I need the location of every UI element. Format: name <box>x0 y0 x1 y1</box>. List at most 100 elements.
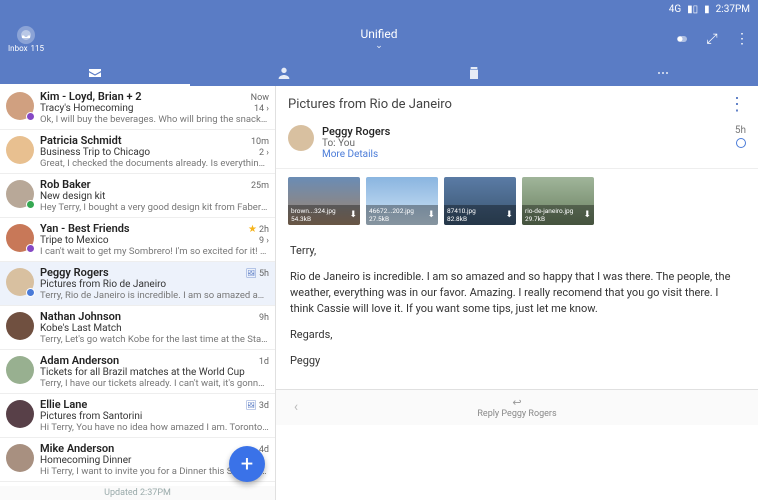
avatar[interactable] <box>6 92 34 120</box>
time-label: 9h <box>259 313 269 323</box>
thread-count: 2 › <box>259 148 269 158</box>
avatar[interactable] <box>6 400 34 428</box>
avatar[interactable] <box>6 444 34 472</box>
sender-avatar[interactable] <box>288 125 314 151</box>
subject-label: Homecoming Dinner <box>40 455 131 466</box>
attachment-filename: 87410.jpg82.8kB <box>447 207 476 223</box>
avatar[interactable] <box>6 356 34 384</box>
mailbox-title: Unified <box>360 27 397 41</box>
tab-more[interactable] <box>569 60 758 86</box>
from-label: Ellie Lane <box>40 398 87 411</box>
from-label: Mike Anderson <box>40 442 114 455</box>
message-row[interactable]: Peggy Rogers 🖼 5h Pictures from Rio de Jan… <box>0 262 275 306</box>
from-label: Rob Baker <box>40 178 91 191</box>
time-label: 🖼 5h <box>246 269 269 279</box>
reply-icon: ↩ <box>512 396 521 409</box>
attachment-badge-icon: 🖼 <box>246 269 257 279</box>
reader-subject: Pictures from Rio de Janeiro <box>288 97 452 112</box>
from-label: Kim - Loyd, Brian + 2 <box>40 90 142 103</box>
tab-mail[interactable] <box>0 60 190 86</box>
preview-label: Terry, Let's go watch Kobe for the last … <box>40 334 269 345</box>
download-icon[interactable]: ⬇ <box>583 210 591 220</box>
avatar[interactable] <box>6 136 34 164</box>
thread-count: 9 › <box>259 236 269 246</box>
message-row[interactable]: Kim - Loyd, Brian + 2 Now Tracy's Homecomi… <box>0 86 275 130</box>
from-label: Nathan Johnson <box>40 310 121 323</box>
inbox-count: 115 <box>31 44 45 53</box>
preview-label: Hi Terry, You have no idea how amazed I … <box>40 422 269 433</box>
fullscreen-icon[interactable]: ⤢ <box>704 31 720 47</box>
more-details-link[interactable]: More Details <box>322 149 727 160</box>
overflow-menu-icon[interactable]: ⋮ <box>734 31 750 47</box>
reader-more-icon[interactable]: ⋮ <box>728 94 746 115</box>
message-row[interactable]: Patricia Schmidt 10m Business Trip to Chic… <box>0 130 275 174</box>
attachment-filename: brown...324.jpg54.3kB <box>291 207 336 223</box>
time-label: 10m <box>251 137 269 147</box>
reply-bar[interactable]: ‹ ↩ Reply Peggy Rogers <box>276 389 758 425</box>
subject-label: Tracy's Homecoming <box>40 103 133 114</box>
network-label: 4G <box>669 4 681 15</box>
compose-fab[interactable]: + <box>229 446 265 482</box>
attachment-thumbnail[interactable]: 87410.jpg82.8kB ⬇ <box>444 177 516 225</box>
account-toggle-button[interactable] <box>674 31 690 47</box>
message-row[interactable]: Nathan Johnson9hKobe's Last MatchTerry, … <box>0 306 275 350</box>
from-label: Yan - Best Friends <box>40 222 130 235</box>
mailbox-selector[interactable]: Unified ⌄ <box>360 27 397 51</box>
avatar[interactable] <box>6 312 34 340</box>
attachment-filename: 46672...202.jpg27.5kB <box>369 207 414 223</box>
subject-label: New design kit <box>40 191 105 202</box>
preview-label: Great, I checked the documents already. … <box>40 158 269 169</box>
inbox-account-button[interactable]: Inbox 115 <box>8 26 44 53</box>
subject-label: Pictures from Rio de Janeiro <box>40 279 166 290</box>
chevron-down-icon: ⌄ <box>360 41 397 51</box>
signal-icon: ▮▯ <box>687 4 698 15</box>
download-icon[interactable]: ⬇ <box>505 210 513 220</box>
tab-tasks[interactable] <box>379 60 569 86</box>
preview-label: Ok, I will buy the beverages. Who will b… <box>40 114 269 125</box>
message-row[interactable]: Ellie Lane🖼 3dPictures from SantoriniHi … <box>0 394 275 438</box>
attachment-thumbnail[interactable]: 46672...202.jpg27.5kB ⬇ <box>366 177 438 225</box>
thread-count: 14 › <box>254 104 269 114</box>
time-label: 1d <box>259 357 269 367</box>
message-row[interactable]: Rob Baker25mNew design kitHey Terry, I b… <box>0 174 275 218</box>
reader-pane: Pictures from Rio de Janeiro ⋮ Peggy Rog… <box>276 86 758 500</box>
preview-label: Hey Terry, I bought a very good design k… <box>40 202 269 213</box>
from-label: Patricia Schmidt <box>40 134 122 147</box>
download-icon[interactable]: ⬇ <box>349 210 357 220</box>
inbox-label: Inbox <box>8 44 28 53</box>
avatar[interactable] <box>6 180 34 208</box>
inbox-account-icon <box>17 26 35 44</box>
message-row[interactable]: Yan - Best Friends★ 2hTripe to Mexico9 ›… <box>0 218 275 262</box>
attachment-thumbnail[interactable]: brown...324.jpg54.3kB ⬇ <box>288 177 360 225</box>
time-label: 🖼 3d <box>245 401 269 411</box>
message-body: Terry, Rio de Janeiro is incredible. I a… <box>276 233 758 389</box>
star-icon: ★ <box>248 224 257 235</box>
back-icon[interactable]: ‹ <box>282 399 310 415</box>
avatar[interactable] <box>6 268 34 296</box>
preview-label: I can't wait to get my Sombrero! I'm so … <box>40 246 269 257</box>
body-greeting: Terry, <box>290 243 744 259</box>
message-list-pane: Kim - Loyd, Brian + 2 Now Tracy's Homecomi… <box>0 86 276 500</box>
time-label: Now <box>251 93 269 103</box>
tab-people[interactable] <box>190 60 380 86</box>
android-statusbar: 4G ▮▯ ▮ 2:37PM <box>0 0 758 18</box>
sender-name: Peggy Rogers <box>322 125 727 138</box>
app-bar: Inbox 115 Unified ⌄ ⤢ ⋮ <box>0 18 758 60</box>
avatar[interactable] <box>6 224 34 252</box>
body-signature: Peggy <box>290 353 744 369</box>
reply-label: Reply Peggy Rogers <box>477 409 556 419</box>
unread-indicator-icon[interactable] <box>736 138 746 148</box>
from-label: Peggy Rogers <box>40 266 109 279</box>
body-paragraph: Rio de Janeiro is incredible. I am so am… <box>290 269 744 317</box>
clock-label: 2:37PM <box>716 4 750 15</box>
recipient-label: To: You <box>322 138 727 149</box>
message-row[interactable]: Adam Anderson1dTickets for all Brazil ma… <box>0 350 275 394</box>
attachment-thumbnail[interactable]: rio-de-janeiro.jpg29.7kB ⬇ <box>522 177 594 225</box>
message-time: 5h <box>735 125 746 136</box>
download-icon[interactable]: ⬇ <box>427 210 435 220</box>
subject-label: Tickets for all Brazil matches at the Wo… <box>40 367 245 378</box>
time-label: ★ 2h <box>248 224 269 235</box>
attachment-filename: rio-de-janeiro.jpg29.7kB <box>525 207 573 223</box>
subject-label: Business Trip to Chicago <box>40 147 150 158</box>
updated-label: Updated 2:37PM <box>0 486 275 500</box>
